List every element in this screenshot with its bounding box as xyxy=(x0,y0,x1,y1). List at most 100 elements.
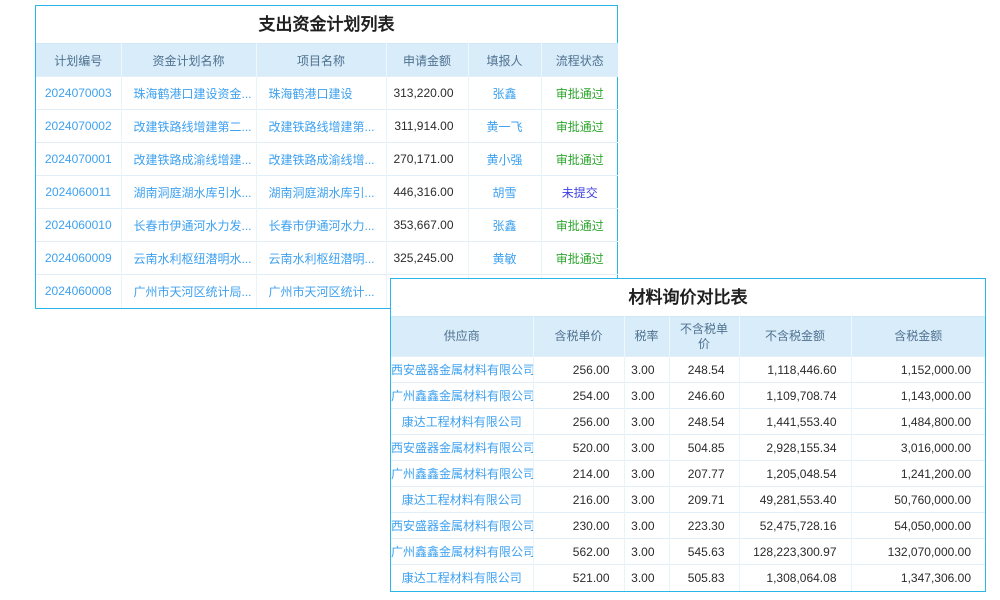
material-quote-title: 材料询价对比表 xyxy=(391,279,985,316)
unit-price-no-tax-cell: 545.63 xyxy=(669,539,739,565)
tax-rate-cell: 3.00 xyxy=(624,565,669,591)
plan-id-link[interactable]: 2024060010 xyxy=(36,209,121,242)
project-name-link[interactable]: 广州市天河区统计... xyxy=(256,275,386,308)
amount-tax-cell: 54,050,000.00 xyxy=(851,513,985,539)
amount-tax-cell: 3,016,000.00 xyxy=(851,435,985,461)
quote-col-amount-no-tax: 不含税金额 xyxy=(739,317,851,357)
workflow-status-link[interactable]: 未提交 xyxy=(541,176,618,209)
unit-price-no-tax-cell: 246.60 xyxy=(669,383,739,409)
table-row: 康达工程材料有限公司521.003.00505.831,308,064.081,… xyxy=(391,565,985,591)
workflow-status-link[interactable]: 审批通过 xyxy=(541,209,618,242)
unit-price-tax-cell: 256.00 xyxy=(533,409,624,435)
request-amount-cell: 353,667.00 xyxy=(386,209,468,242)
table-row: 西安盛器金属材料有限公司256.003.00248.541,118,446.60… xyxy=(391,357,985,383)
project-name-link[interactable]: 湖南洞庭湖水库引... xyxy=(256,176,386,209)
tax-rate-cell: 3.00 xyxy=(624,461,669,487)
amount-tax-cell: 1,152,000.00 xyxy=(851,357,985,383)
tax-rate-cell: 3.00 xyxy=(624,539,669,565)
workflow-status-link[interactable]: 审批通过 xyxy=(541,143,618,176)
plan-name-link[interactable]: 改建铁路线增建第二... xyxy=(121,110,256,143)
supplier-link[interactable]: 康达工程材料有限公司 xyxy=(391,487,533,513)
supplier-link[interactable]: 西安盛器金属材料有限公司 xyxy=(391,357,533,383)
plan-col-name: 资金计划名称 xyxy=(121,44,256,77)
plan-col-reporter: 填报人 xyxy=(468,44,541,77)
workflow-status-link[interactable]: 审批通过 xyxy=(541,242,618,275)
table-row: 2024070002改建铁路线增建第二...改建铁路线增建第...311,914… xyxy=(36,110,618,143)
tax-rate-cell: 3.00 xyxy=(624,435,669,461)
table-row: 广州鑫鑫金属材料有限公司562.003.00545.63128,223,300.… xyxy=(391,539,985,565)
table-row: 2024070003珠海鹤港口建设资金...珠海鹤港口建设313,220.00张… xyxy=(36,77,618,110)
quote-col-supplier: 供应商 xyxy=(391,317,533,357)
amount-no-tax-cell: 2,928,155.34 xyxy=(739,435,851,461)
plan-name-link[interactable]: 湖南洞庭湖水库引水... xyxy=(121,176,256,209)
unit-price-no-tax-cell: 223.30 xyxy=(669,513,739,539)
reporter-cell: 黄敏 xyxy=(468,242,541,275)
table-row: 西安盛器金属材料有限公司520.003.00504.852,928,155.34… xyxy=(391,435,985,461)
supplier-link[interactable]: 广州鑫鑫金属材料有限公司 xyxy=(391,539,533,565)
plan-id-link[interactable]: 2024070001 xyxy=(36,143,121,176)
plan-name-link[interactable]: 广州市天河区统计局... xyxy=(121,275,256,308)
reporter-cell: 胡雪 xyxy=(468,176,541,209)
quote-col-unit-price-no-tax: 不含税单价 xyxy=(669,317,739,357)
plan-header-row: 计划编号 资金计划名称 项目名称 申请金额 填报人 流程状态 xyxy=(36,44,618,77)
amount-tax-cell: 50,760,000.00 xyxy=(851,487,985,513)
amount-no-tax-cell: 52,475,728.16 xyxy=(739,513,851,539)
project-name-link[interactable]: 珠海鹤港口建设 xyxy=(256,77,386,110)
supplier-link[interactable]: 广州鑫鑫金属材料有限公司 xyxy=(391,383,533,409)
unit-price-no-tax-cell: 248.54 xyxy=(669,357,739,383)
plan-name-link[interactable]: 长春市伊通河水力发... xyxy=(121,209,256,242)
tax-rate-cell: 3.00 xyxy=(624,513,669,539)
plan-col-status: 流程状态 xyxy=(541,44,618,77)
request-amount-cell: 270,171.00 xyxy=(386,143,468,176)
plan-name-link[interactable]: 改建铁路成渝线增建... xyxy=(121,143,256,176)
quote-col-unit-price-tax: 含税单价 xyxy=(533,317,624,357)
supplier-link[interactable]: 西安盛器金属材料有限公司 xyxy=(391,435,533,461)
reporter-cell: 黄小强 xyxy=(468,143,541,176)
reporter-cell: 张鑫 xyxy=(468,209,541,242)
quote-col-tax-rate: 税率 xyxy=(624,317,669,357)
plan-id-link[interactable]: 2024060009 xyxy=(36,242,121,275)
unit-price-no-tax-cell: 209.71 xyxy=(669,487,739,513)
unit-price-tax-cell: 256.00 xyxy=(533,357,624,383)
plan-name-link[interactable]: 云南水利枢纽潜明水... xyxy=(121,242,256,275)
request-amount-cell: 313,220.00 xyxy=(386,77,468,110)
plan-id-link[interactable]: 2024060011 xyxy=(36,176,121,209)
project-name-link[interactable]: 长春市伊通河水力... xyxy=(256,209,386,242)
unit-price-tax-cell: 230.00 xyxy=(533,513,624,539)
project-name-link[interactable]: 云南水利枢纽潜明... xyxy=(256,242,386,275)
table-row: 广州鑫鑫金属材料有限公司254.003.00246.601,109,708.74… xyxy=(391,383,985,409)
plan-id-link[interactable]: 2024060008 xyxy=(36,275,121,308)
supplier-link[interactable]: 西安盛器金属材料有限公司 xyxy=(391,513,533,539)
expenditure-plan-panel: 支出资金计划列表 计划编号 资金计划名称 项目名称 申请金额 填报人 流程状态 … xyxy=(35,5,618,309)
supplier-link[interactable]: 康达工程材料有限公司 xyxy=(391,565,533,591)
amount-tax-cell: 132,070,000.00 xyxy=(851,539,985,565)
reporter-cell: 黄一飞 xyxy=(468,110,541,143)
amount-no-tax-cell: 128,223,300.97 xyxy=(739,539,851,565)
reporter-cell: 张鑫 xyxy=(468,77,541,110)
amount-no-tax-cell: 1,109,708.74 xyxy=(739,383,851,409)
plan-col-project: 项目名称 xyxy=(256,44,386,77)
unit-price-tax-cell: 562.00 xyxy=(533,539,624,565)
quote-header-row: 供应商 含税单价 税率 不含税单价 不含税金额 含税金额 xyxy=(391,317,985,357)
plan-col-amount: 申请金额 xyxy=(386,44,468,77)
workflow-status-link[interactable]: 审批通过 xyxy=(541,110,618,143)
unit-price-tax-cell: 214.00 xyxy=(533,461,624,487)
amount-no-tax-cell: 1,441,553.40 xyxy=(739,409,851,435)
plan-name-link[interactable]: 珠海鹤港口建设资金... xyxy=(121,77,256,110)
request-amount-cell: 325,245.00 xyxy=(386,242,468,275)
plan-id-link[interactable]: 2024070003 xyxy=(36,77,121,110)
unit-price-no-tax-cell: 248.54 xyxy=(669,409,739,435)
project-name-link[interactable]: 改建铁路线增建第... xyxy=(256,110,386,143)
plan-id-link[interactable]: 2024070002 xyxy=(36,110,121,143)
tax-rate-cell: 3.00 xyxy=(624,383,669,409)
request-amount-cell: 446,316.00 xyxy=(386,176,468,209)
quote-col-amount-tax: 含税金额 xyxy=(851,317,985,357)
supplier-link[interactable]: 康达工程材料有限公司 xyxy=(391,409,533,435)
material-quote-panel: 材料询价对比表 供应商 含税单价 税率 不含税单价 不含税金额 含税金额 西安盛… xyxy=(390,278,986,592)
workflow-status-link[interactable]: 审批通过 xyxy=(541,77,618,110)
material-quote-table: 供应商 含税单价 税率 不含税单价 不含税金额 含税金额 西安盛器金属材料有限公… xyxy=(391,316,985,591)
project-name-link[interactable]: 改建铁路成渝线增... xyxy=(256,143,386,176)
supplier-link[interactable]: 广州鑫鑫金属材料有限公司 xyxy=(391,461,533,487)
unit-price-no-tax-cell: 505.83 xyxy=(669,565,739,591)
table-row: 康达工程材料有限公司256.003.00248.541,441,553.401,… xyxy=(391,409,985,435)
